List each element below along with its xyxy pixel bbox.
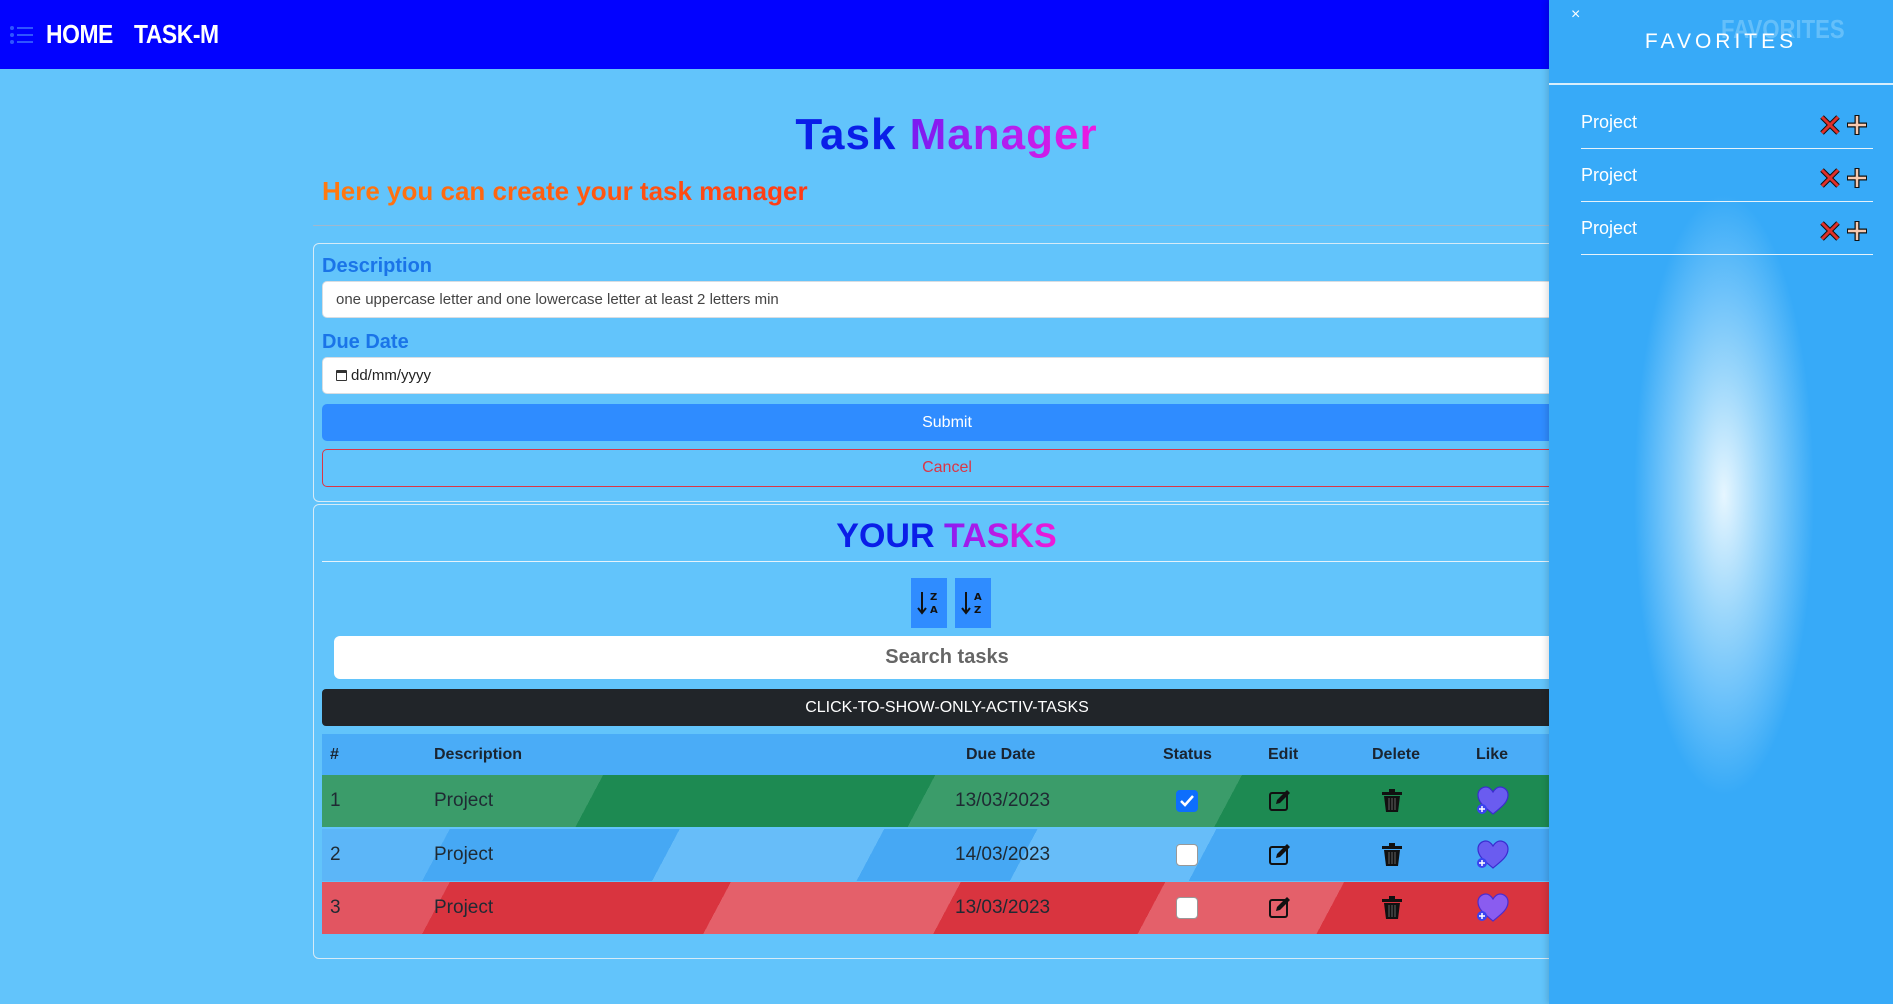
- description-label: Description: [322, 255, 433, 277]
- submit-button[interactable]: Submit: [322, 404, 1572, 441]
- row-num: 3: [330, 897, 341, 918]
- search-input[interactable]: Search tasks: [334, 636, 1560, 679]
- sort-alpha-down-alt-icon: Z A: [917, 592, 938, 616]
- tasks-title-part1: YOUR: [836, 517, 935, 555]
- col-like: Like: [1476, 745, 1509, 763]
- col-edit: Edit: [1268, 745, 1299, 763]
- table-row: 2 Project 14/03/2023: [322, 829, 1572, 881]
- col-description: Description: [434, 745, 523, 763]
- show-active-tasks-button[interactable]: CLICK-TO-SHOW-ONLY-ACTIV-TASKS: [322, 689, 1572, 726]
- plus-icon[interactable]: [1846, 220, 1868, 247]
- edit-button[interactable]: [1268, 882, 1292, 934]
- row-due-date: 13/03/2023: [955, 790, 1051, 811]
- row-description: Project: [434, 844, 494, 865]
- svg-text:A: A: [930, 605, 938, 616]
- favorite-item: Project: [1581, 104, 1873, 149]
- cancel-button[interactable]: Cancel: [322, 449, 1572, 487]
- status-checkbox[interactable]: [1176, 844, 1198, 866]
- delete-button[interactable]: [1381, 882, 1403, 934]
- svg-text:Z: Z: [974, 605, 981, 616]
- page-title-part1: Task: [795, 110, 897, 159]
- sort-alpha-down-icon: A Z: [961, 592, 982, 616]
- due-date-label: Due Date: [322, 331, 409, 353]
- row-due-date: 14/03/2023: [955, 844, 1051, 865]
- pencil-square-icon: [1269, 897, 1290, 918]
- plus-icon[interactable]: [1846, 114, 1868, 141]
- like-button[interactable]: [1476, 829, 1510, 881]
- heart-plus-icon: [1477, 893, 1509, 922]
- like-button[interactable]: [1476, 882, 1510, 934]
- status-checkbox[interactable]: [1176, 790, 1198, 812]
- divider: [1549, 83, 1893, 85]
- close-icon[interactable]: ×: [1571, 6, 1580, 24]
- description-placeholder: one uppercase letter and one lowercase l…: [336, 291, 779, 308]
- due-date-placeholder: dd/mm/yyyy: [351, 367, 432, 384]
- col-num: #: [330, 745, 339, 763]
- nav-brand-link[interactable]: TASK-M: [134, 19, 219, 50]
- favorite-label: Project: [1581, 165, 1638, 185]
- sort-desc-button[interactable]: Z A: [911, 578, 947, 628]
- delete-button[interactable]: [1381, 775, 1403, 827]
- edit-button[interactable]: [1268, 775, 1292, 827]
- x-icon[interactable]: [1819, 114, 1841, 141]
- favorite-label: Project: [1581, 218, 1638, 238]
- nav-home-link[interactable]: HOME: [46, 19, 113, 50]
- favorites-sidebar: × FAVORITES FAVORITES Project Project Pr…: [1549, 0, 1893, 1004]
- calendar-icon[interactable]: [336, 370, 347, 381]
- x-icon[interactable]: [1819, 220, 1841, 247]
- table-header: # Description Due Date Status Edit Delet…: [322, 734, 1572, 775]
- favorite-item: Project: [1581, 157, 1873, 202]
- row-description: Project: [434, 897, 494, 918]
- svg-text:A: A: [974, 592, 982, 603]
- due-date-input[interactable]: dd/mm/yyyy: [322, 357, 1572, 394]
- heart-plus-icon: [1477, 840, 1509, 869]
- description-input[interactable]: one uppercase letter and one lowercase l…: [322, 281, 1572, 318]
- col-delete: Delete: [1372, 745, 1421, 763]
- trash-icon: [1382, 789, 1402, 812]
- row-num: 1: [330, 790, 341, 811]
- tasks-title-part2: TASKS: [943, 517, 1057, 555]
- table-row: 1 Project 13/03/2023: [322, 775, 1572, 827]
- row-description: Project: [434, 790, 494, 811]
- page-title-part2: Manager: [909, 110, 1098, 159]
- page-subtitle: Here you can create your task manager: [322, 176, 808, 206]
- row-num: 2: [330, 844, 341, 865]
- menu-icon[interactable]: [6, 21, 38, 49]
- favorite-item: Project: [1581, 210, 1873, 255]
- plus-icon[interactable]: [1846, 167, 1868, 194]
- trash-icon: [1382, 843, 1402, 866]
- row-due-date: 13/03/2023: [955, 897, 1051, 918]
- favorites-title: FAVORITES: [1644, 30, 1798, 53]
- check-icon: [1180, 795, 1194, 807]
- col-due-date: Due Date: [966, 745, 1036, 763]
- divider: [322, 561, 1572, 562]
- pencil-square-icon: [1269, 844, 1290, 865]
- pencil-square-icon: [1269, 790, 1290, 811]
- x-icon[interactable]: [1819, 167, 1841, 194]
- favorite-label: Project: [1581, 112, 1638, 132]
- delete-button[interactable]: [1381, 829, 1403, 881]
- like-button[interactable]: [1476, 775, 1510, 827]
- sort-asc-button[interactable]: A Z: [955, 578, 991, 628]
- trash-icon: [1382, 896, 1402, 919]
- edit-button[interactable]: [1268, 829, 1292, 881]
- search-placeholder: Search tasks: [885, 646, 1009, 668]
- heart-plus-icon: [1477, 786, 1509, 815]
- table-row: 3 Project 13/03/2023: [322, 882, 1572, 934]
- col-status: Status: [1163, 745, 1212, 763]
- status-checkbox[interactable]: [1176, 897, 1198, 919]
- svg-text:Z: Z: [930, 592, 937, 603]
